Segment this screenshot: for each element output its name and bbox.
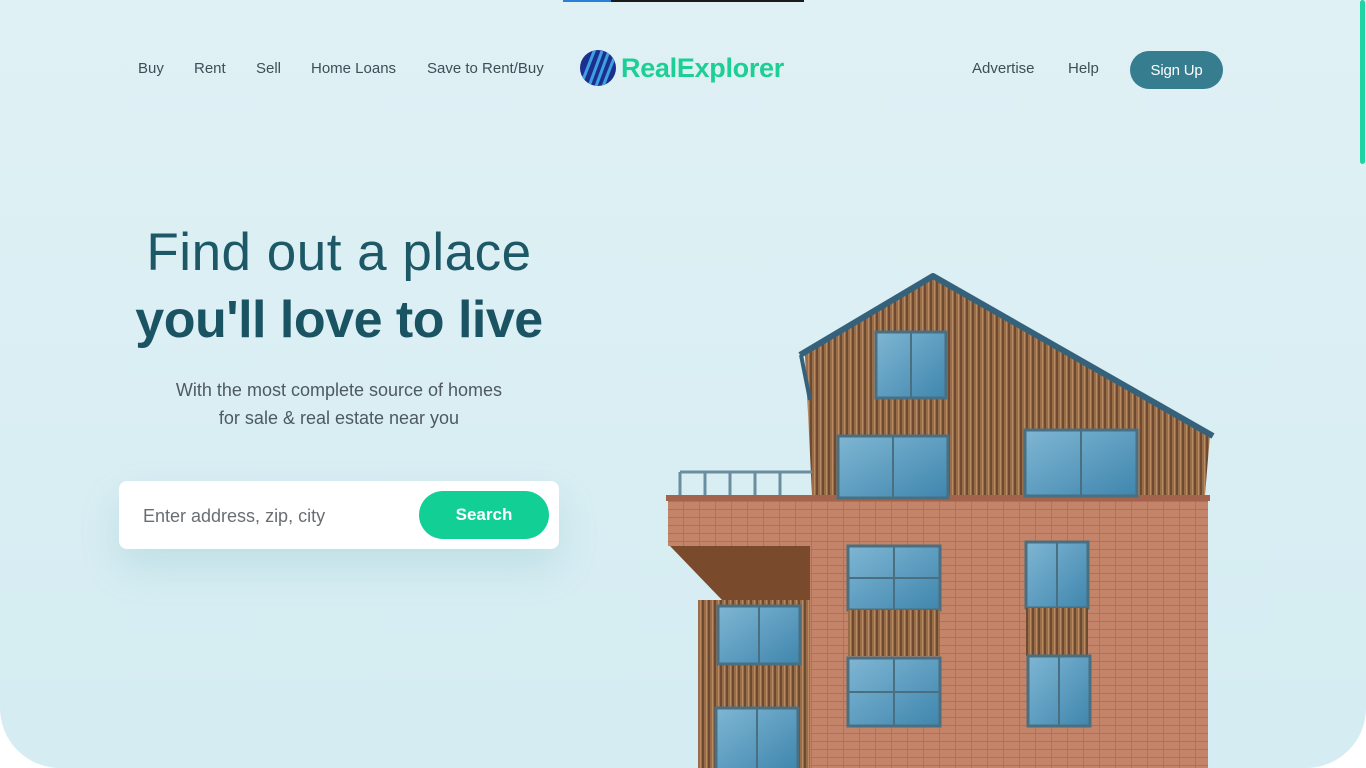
- nav-help[interactable]: Help: [1068, 60, 1099, 77]
- search-box: Search: [119, 481, 559, 549]
- nav-sell[interactable]: Sell: [256, 60, 281, 77]
- nav-home-loans[interactable]: Home Loans: [311, 60, 396, 77]
- nav-rent[interactable]: Rent: [194, 60, 226, 77]
- search-button[interactable]: Search: [419, 491, 549, 539]
- nav-buy[interactable]: Buy: [138, 60, 164, 77]
- landing-page: Buy Rent Sell Home Loans Save to Rent/Bu…: [0, 0, 1366, 768]
- nav-save-to-rent-buy[interactable]: Save to Rent/Buy: [427, 60, 544, 77]
- hero-heading-line2: you'll love to live: [135, 291, 543, 349]
- brand-name: RealExplorer: [621, 52, 784, 83]
- nav-advertise[interactable]: Advertise: [972, 60, 1035, 77]
- hero-heading-line1: Find out a place: [146, 223, 532, 282]
- page-progress-bar: [563, 0, 804, 2]
- hero-subtitle-line2: for sale & real estate near you: [218, 408, 460, 428]
- brand-logo[interactable]: RealExplorer: [579, 48, 784, 88]
- hero-subtitle-line1: With the most complete source of homes: [175, 380, 503, 400]
- scrollbar-thumb[interactable]: [1360, 0, 1365, 164]
- page-progress-fill: [563, 0, 612, 2]
- sign-up-button[interactable]: Sign Up: [1130, 51, 1223, 89]
- striped-globe-icon: [580, 50, 616, 86]
- address-search-input[interactable]: [143, 501, 403, 531]
- hero-subtitle: With the most complete source of homes f…: [119, 376, 559, 432]
- apartment-building-image: [666, 273, 1215, 768]
